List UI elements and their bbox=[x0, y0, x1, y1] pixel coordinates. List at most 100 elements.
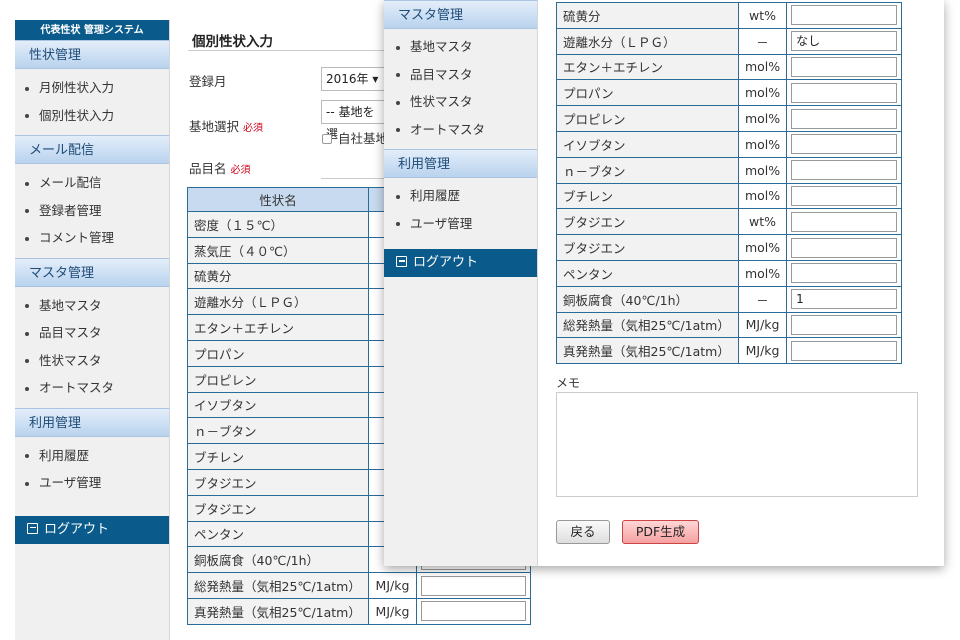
required-mark: 必須 bbox=[243, 123, 264, 134]
sidebar-menu-item-label: メール配信 bbox=[39, 175, 102, 190]
property-value-input[interactable] bbox=[791, 160, 897, 181]
property-value-input[interactable] bbox=[791, 340, 897, 361]
app-brand: 代表性状 管理システム bbox=[15, 20, 169, 40]
sidebar-menu-item[interactable]: 登録者管理 bbox=[15, 197, 169, 225]
property-name: ブチレン bbox=[187, 443, 369, 470]
property-value-input[interactable] bbox=[420, 601, 526, 622]
sidebar-section-header[interactable]: 性状管理 bbox=[15, 40, 169, 69]
overlay-sidebar-section-header[interactable]: マスタ管理 bbox=[384, 0, 537, 29]
bullet-icon bbox=[396, 194, 400, 199]
sidebar-section-header[interactable]: 利用管理 bbox=[15, 407, 169, 437]
property-name: 遊離水分（ＬＰＧ） bbox=[556, 27, 739, 55]
sidebar-menu-item[interactable]: 品目マスタ bbox=[15, 319, 169, 347]
property-value-input[interactable] bbox=[791, 314, 897, 335]
property-value-input[interactable]: 1 bbox=[791, 289, 897, 310]
sidebar-section-header[interactable]: マスタ管理 bbox=[15, 257, 169, 287]
sidebar-menu-item[interactable]: 個別性状入力 bbox=[15, 102, 169, 130]
property-value-cell bbox=[786, 130, 902, 158]
property-name: ペンタン bbox=[556, 259, 739, 287]
sidebar-menu-item[interactable]: 性状マスタ bbox=[15, 347, 169, 375]
property-name: イソブタン bbox=[187, 391, 369, 419]
overlay-sidebar-menu-item-label: オートマスタ bbox=[410, 121, 486, 137]
sidebar-menu-item[interactable]: オートマスタ bbox=[15, 374, 169, 402]
overlay-sidebar-menu-item[interactable]: ユーザ管理 bbox=[384, 210, 537, 238]
memo-label: メモ bbox=[556, 376, 581, 390]
property-name: 総発熱量（気相25℃/1atm） bbox=[187, 572, 369, 599]
sidebar-menu-item[interactable]: コメント管理 bbox=[15, 224, 169, 252]
property-value-input[interactable] bbox=[791, 5, 897, 26]
property-unit: mol% bbox=[737, 53, 788, 81]
overlay-sidebar-menu: 基地マスタ 品目マスタ性状マスタオートマスタ bbox=[384, 29, 537, 149]
property-value-input[interactable] bbox=[791, 108, 897, 129]
bullet-icon bbox=[25, 386, 29, 391]
overlay-logout-button[interactable]: ログアウト bbox=[384, 249, 537, 277]
base-label: 基地選択 必須 bbox=[189, 116, 263, 135]
overlay-sidebar-section-header[interactable]: 利用管理 bbox=[384, 149, 537, 178]
property-unit: mol% bbox=[737, 130, 788, 158]
logout-icon bbox=[27, 522, 38, 534]
property-value-input[interactable] bbox=[791, 211, 897, 232]
front-table-row: プロパン mol% bbox=[556, 79, 902, 107]
sidebar-menu-item[interactable]: 利用履歴 bbox=[15, 442, 169, 470]
bullet-icon bbox=[25, 331, 29, 336]
memo-textarea[interactable] bbox=[556, 392, 918, 497]
property-value-input[interactable] bbox=[791, 263, 897, 284]
property-value-input[interactable] bbox=[791, 56, 897, 77]
bullet-icon bbox=[25, 209, 29, 213]
sidebar-menu-item[interactable]: 基地マスタ bbox=[15, 292, 169, 320]
property-value-input[interactable] bbox=[791, 134, 897, 155]
pdf-generate-button[interactable]: PDF生成 bbox=[622, 520, 699, 544]
bullet-icon bbox=[396, 222, 400, 226]
sidebar-menu-item[interactable]: メール配信 bbox=[15, 169, 169, 197]
bullet-icon bbox=[396, 73, 400, 77]
property-value-input[interactable] bbox=[791, 237, 897, 258]
overlay-sidebar-menu-item[interactable]: オートマスタ bbox=[384, 116, 537, 144]
bullet-icon bbox=[25, 181, 29, 186]
property-unit: mol% bbox=[737, 105, 788, 132]
bullet-icon bbox=[25, 454, 29, 458]
overlay-sidebar-menu-item[interactable]: 利用履歴 bbox=[384, 182, 537, 210]
property-value-input[interactable] bbox=[791, 185, 897, 206]
back-button[interactable]: 戻る bbox=[556, 520, 610, 544]
property-name: プロパン bbox=[556, 79, 739, 107]
sidebar-menu: 月例性状入力 個別性状入力 bbox=[15, 69, 169, 135]
overlay-sidebar-menu-item[interactable]: 性状マスタ bbox=[384, 88, 537, 116]
property-unit: MJ/kg bbox=[367, 597, 417, 625]
own-base-checkbox[interactable] bbox=[322, 134, 332, 144]
front-table-row: 銅板腐食（40℃/1h）－ 1 bbox=[556, 285, 902, 313]
base-select[interactable]: -- 基地を選 bbox=[321, 100, 385, 141]
property-name: プロパン bbox=[187, 339, 369, 367]
property-value-input[interactable] bbox=[420, 575, 526, 596]
sidebar-menu-item[interactable]: 月例性状入力 bbox=[15, 74, 169, 102]
sidebar-menu-item-label: 基地マスタ bbox=[39, 297, 102, 313]
sidebar-menu: 利用履歴 ユーザ管理 bbox=[15, 437, 169, 503]
overlay-sidebar-menu-item[interactable]: 基地マスタ bbox=[384, 33, 537, 61]
property-name: 蒸気圧（４０℃） bbox=[187, 236, 369, 264]
overlay-sidebar-menu-item-label: 性状マスタ bbox=[410, 94, 473, 109]
overlay-sidebar-menu: 利用履歴 ユーザ管理 bbox=[384, 178, 537, 243]
back-table-row: 総発熱量（気相25℃/1atm） MJ/kg bbox=[187, 572, 532, 599]
month-label: 登録月 bbox=[189, 74, 227, 89]
property-value-cell bbox=[415, 597, 532, 625]
month-select[interactable]: 2016年 ▾ bbox=[321, 67, 385, 91]
property-name: イソブタン bbox=[556, 130, 739, 158]
property-unit: MJ/kg bbox=[737, 311, 788, 339]
logout-button[interactable]: ログアウト bbox=[15, 515, 169, 544]
own-base-checkbox-row[interactable]: 自社基地 bbox=[322, 128, 388, 147]
back-table-row: 真発熱量（気相25℃/1atm） MJ/kg bbox=[187, 597, 532, 625]
sidebar-menu-item[interactable]: ユーザ管理 bbox=[15, 469, 169, 497]
overlay-sidebar-menu-item[interactable]: 品目マスタ bbox=[384, 61, 537, 89]
property-value-input[interactable]: なし bbox=[791, 31, 897, 52]
bullet-icon bbox=[396, 100, 400, 105]
property-value-input[interactable] bbox=[791, 82, 897, 103]
property-name: 総発熱量（気相25℃/1atm） bbox=[556, 311, 739, 339]
sidebar-section-header[interactable]: メール配信 bbox=[15, 135, 169, 164]
property-name: ブタジエン bbox=[187, 468, 369, 496]
logout-icon bbox=[396, 256, 407, 267]
logout-label: ログアウト bbox=[44, 521, 110, 537]
front-table-row: ペンタン mol% bbox=[556, 259, 902, 287]
property-unit: mol% bbox=[737, 182, 788, 210]
sidebar-menu-item-label: コメント管理 bbox=[39, 230, 115, 245]
sidebar-menu: メール配信登録者管理コメント管理 bbox=[15, 164, 169, 258]
property-name: プロピレン bbox=[187, 365, 369, 393]
